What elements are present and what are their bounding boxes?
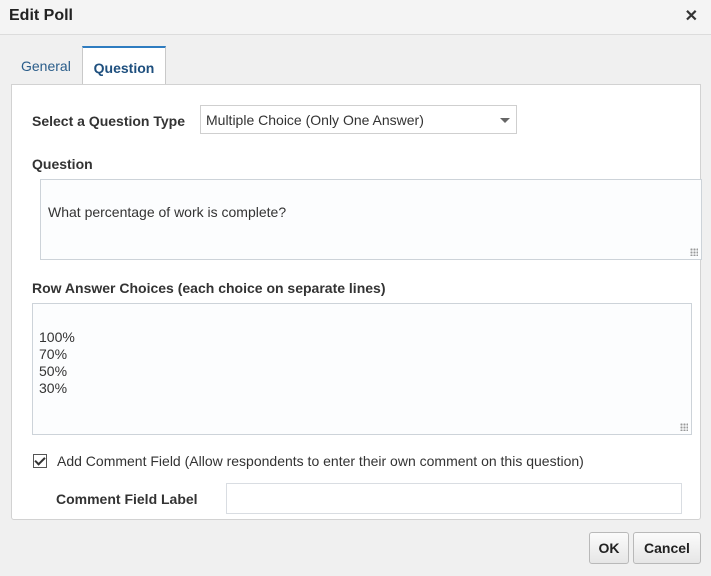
question-panel: Select a Question Type Multiple Choice (… xyxy=(11,84,702,520)
check-icon xyxy=(34,454,46,466)
answers-label: Row Answer Choices (each choice on separ… xyxy=(32,280,386,296)
tab-general[interactable]: General xyxy=(21,46,71,84)
add-comment-label: Add Comment Field (Allow respondents to … xyxy=(57,453,584,469)
comment-field-input[interactable] xyxy=(226,483,682,514)
answers-text: 100% 70% 50% 30% xyxy=(39,329,75,396)
answers-textarea[interactable]: 100% 70% 50% 30% xyxy=(32,303,692,435)
question-text: What percentage of work is complete? xyxy=(48,204,287,220)
cancel-button[interactable]: Cancel xyxy=(633,532,701,564)
tab-question[interactable]: Question xyxy=(82,46,166,86)
ok-button[interactable]: OK xyxy=(589,532,629,564)
resize-handle-icon[interactable] xyxy=(680,423,688,431)
close-icon[interactable]: ✕ xyxy=(685,9,698,25)
comment-field-label: Comment Field Label xyxy=(56,491,198,507)
question-type-label: Select a Question Type xyxy=(32,113,186,129)
question-type-select[interactable]: Multiple Choice (Only One Answer) xyxy=(200,105,517,134)
question-textarea[interactable]: What percentage of work is complete? xyxy=(40,179,702,260)
resize-handle-icon[interactable] xyxy=(690,248,698,256)
tab-bar: General Question xyxy=(11,46,700,86)
question-type-value: Multiple Choice (Only One Answer) xyxy=(206,112,424,128)
dialog-titlebar: Edit Poll ✕ xyxy=(0,0,711,35)
dialog-title: Edit Poll xyxy=(9,7,73,24)
chevron-down-icon xyxy=(500,118,510,123)
add-comment-checkbox[interactable] xyxy=(33,454,47,468)
question-label: Question xyxy=(32,156,93,172)
